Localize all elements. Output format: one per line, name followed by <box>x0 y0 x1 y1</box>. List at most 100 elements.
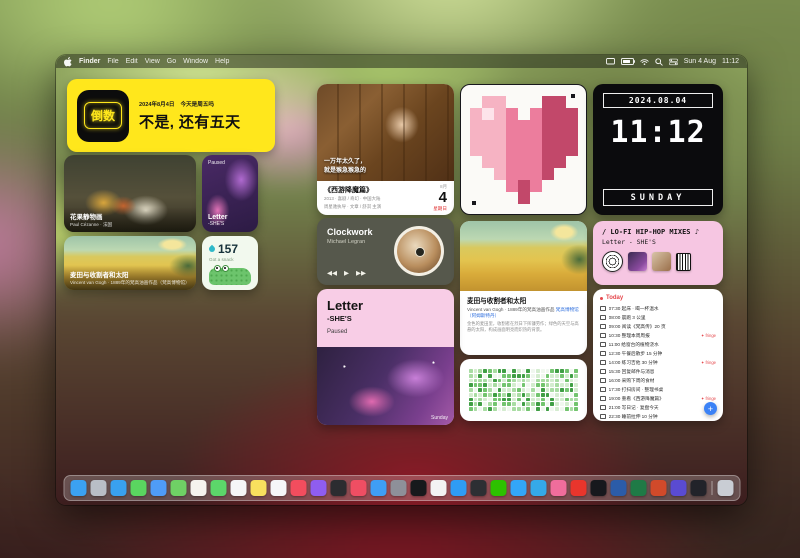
next-track-icon[interactable]: ▶▶ <box>356 269 366 277</box>
dock-reminders[interactable] <box>270 480 286 496</box>
dock-music[interactable] <box>290 480 306 496</box>
todo-item[interactable]: 17:30 打扫房间 · 整理书桌 <box>600 385 716 394</box>
wifi-icon[interactable] <box>640 58 649 66</box>
painting-subtitle: Paul Cézanne · 法国 <box>70 222 190 228</box>
widget-todo-list[interactable]: Today 07:30 起床 · 喝一杯温水08:00 晨跑 3 公里09:00… <box>593 289 723 421</box>
menu-view[interactable]: View <box>145 58 160 65</box>
dock-podcasts[interactable] <box>310 480 326 496</box>
contrib-cell <box>517 379 521 383</box>
checkbox-icon[interactable] <box>600 396 606 402</box>
screen-mirroring-icon[interactable] <box>606 58 615 65</box>
checkbox-icon[interactable] <box>600 333 606 339</box>
apple-menu-icon[interactable] <box>64 57 72 67</box>
dock-calendar[interactable] <box>230 480 246 496</box>
widget-music-letter-large[interactable]: Letter -SHE'S Paused Sunday <box>317 289 454 425</box>
widget-pixel-clock[interactable]: 2024.08.04 11:12 SUNDAY <box>593 84 723 215</box>
heart-pixel <box>506 144 518 156</box>
dock-douyin[interactable] <box>590 480 606 496</box>
dock-word[interactable] <box>610 480 626 496</box>
dock-trash[interactable] <box>717 480 733 496</box>
dock-messages[interactable] <box>130 480 146 496</box>
dock-facetime[interactable] <box>210 480 226 496</box>
dock-finder[interactable] <box>70 480 86 496</box>
todo-item[interactable]: 09:00 阅读《梵高传》20 页 <box>600 322 716 331</box>
dock-vscode[interactable] <box>450 480 466 496</box>
battery-icon[interactable] <box>621 58 634 66</box>
contrib-cell <box>536 407 540 411</box>
play-icon[interactable]: ▶ <box>344 269 349 277</box>
heart-pixel <box>566 192 578 204</box>
todo-item[interactable]: 16:00 采购下周的食材 <box>600 376 716 385</box>
checkbox-icon[interactable] <box>600 306 606 312</box>
dock-obsidian[interactable] <box>670 480 686 496</box>
checkbox-icon[interactable] <box>600 378 606 384</box>
widget-movie-calendar[interactable]: 一万年太久了， 就是猴急猴急的 《西游降魔篇》 2013 · 喜剧 / 奇幻 ·… <box>317 84 454 215</box>
contrib-cell <box>512 369 516 373</box>
dock-mail[interactable] <box>150 480 166 496</box>
menu-bar: Finder File Edit View Go Window Help Sun 4 Au… <box>56 55 747 68</box>
dock-telegram[interactable] <box>530 480 546 496</box>
menu-app-name[interactable]: Finder <box>79 58 100 65</box>
dock-news[interactable] <box>350 480 366 496</box>
dock-notes[interactable] <box>250 480 266 496</box>
menu-edit[interactable]: Edit <box>126 58 138 65</box>
widget-music-clockwork[interactable]: Clockwork Michael Legran ◀◀ ▶ ▶▶ <box>317 218 454 285</box>
menu-date[interactable]: Sun 4 Aug <box>684 58 716 65</box>
checkbox-icon[interactable] <box>600 351 606 357</box>
widget-pixel-heart[interactable] <box>460 84 587 215</box>
dock-safari[interactable] <box>110 480 126 496</box>
todo-item[interactable]: 19:00 重看《西游降魔篇》✦ fringe <box>600 394 716 403</box>
dock-excel[interactable] <box>630 480 646 496</box>
widget-water-tracker[interactable]: 157 Got a snack <box>202 236 258 290</box>
menu-help[interactable]: Help <box>215 58 229 65</box>
widget-art-cezanne[interactable]: 花果静物画 Paul Cézanne · 法国 <box>64 155 196 232</box>
todo-item[interactable]: 22:30 睡前拉伸 10 分钟 <box>600 412 716 421</box>
menu-file[interactable]: File <box>107 58 118 65</box>
checkbox-icon[interactable] <box>600 342 606 348</box>
widget-habit-grid[interactable] <box>460 359 587 421</box>
widget-countdown[interactable]: 倒数 2024年8月4日 今天是周五吗 不是, 还有五天 <box>67 79 275 152</box>
widget-art-vangogh-detail[interactable]: 麦田与收割者和太阳 Vincent van Gogh · 1889年的梵高油画作… <box>460 221 587 355</box>
widget-music-letter-small[interactable]: Paused Letter -SHE'S <box>202 155 258 232</box>
checkbox-icon[interactable] <box>600 360 606 366</box>
dock-spotify[interactable] <box>410 480 426 496</box>
previous-track-icon[interactable]: ◀◀ <box>327 269 337 277</box>
todo-item[interactable]: 15:30 回复邮件与消息 <box>600 367 716 376</box>
dock-maps[interactable] <box>170 480 186 496</box>
dock-qq[interactable] <box>510 480 526 496</box>
checkbox-icon[interactable] <box>600 315 606 321</box>
todo-item[interactable]: 12:30 午餐后散步 15 分钟 <box>600 349 716 358</box>
widget-art-vangogh-small[interactable]: 麦田与收割者和太阳 Vincent van Gogh · 1889年的梵高油画作… <box>64 236 196 290</box>
dock-powerpoint[interactable] <box>650 480 666 496</box>
dock-terminal[interactable] <box>470 480 486 496</box>
menu-go[interactable]: Go <box>167 58 176 65</box>
dock-bilibili[interactable] <box>550 480 566 496</box>
control-center-icon[interactable] <box>669 58 678 66</box>
dock-photos[interactable] <box>190 480 206 496</box>
checkbox-icon[interactable] <box>600 324 606 330</box>
menu-time[interactable]: 11:12 <box>722 58 739 65</box>
dock-chrome[interactable] <box>430 480 446 496</box>
dock-tv[interactable] <box>330 480 346 496</box>
add-task-button[interactable]: + <box>704 402 717 415</box>
todo-item[interactable]: 21:00 写日记 · 复盘今天 <box>600 403 716 412</box>
widget-lofi-playlist[interactable]: / LO-FI HIP-HOP MIXES ♪ Letter - SHE'S <box>593 221 723 285</box>
dock-figma[interactable] <box>690 480 706 496</box>
checkbox-icon[interactable] <box>600 405 606 411</box>
todo-item[interactable]: 08:00 晨跑 3 公里 <box>600 313 716 322</box>
todo-item[interactable]: 14:00 练习吉他 30 分钟✦ fringe <box>600 358 716 367</box>
checkbox-icon[interactable] <box>600 387 606 393</box>
checkbox-icon[interactable] <box>600 414 606 420</box>
todo-item[interactable]: 11:00 给窗台的植物浇水 <box>600 340 716 349</box>
todo-item[interactable]: 10:30 整理本周周报✦ fringe <box>600 331 716 340</box>
todo-item[interactable]: 07:30 起床 · 喝一杯温水 <box>600 304 716 313</box>
dock-netease-music[interactable] <box>570 480 586 496</box>
search-icon[interactable] <box>655 58 663 66</box>
dock-appstore[interactable] <box>370 480 386 496</box>
dock-settings[interactable] <box>390 480 406 496</box>
dock-launchpad[interactable] <box>90 480 106 496</box>
contrib-cell <box>536 402 540 406</box>
menu-window[interactable]: Window <box>183 58 208 65</box>
dock-wechat[interactable] <box>490 480 506 496</box>
checkbox-icon[interactable] <box>600 369 606 375</box>
